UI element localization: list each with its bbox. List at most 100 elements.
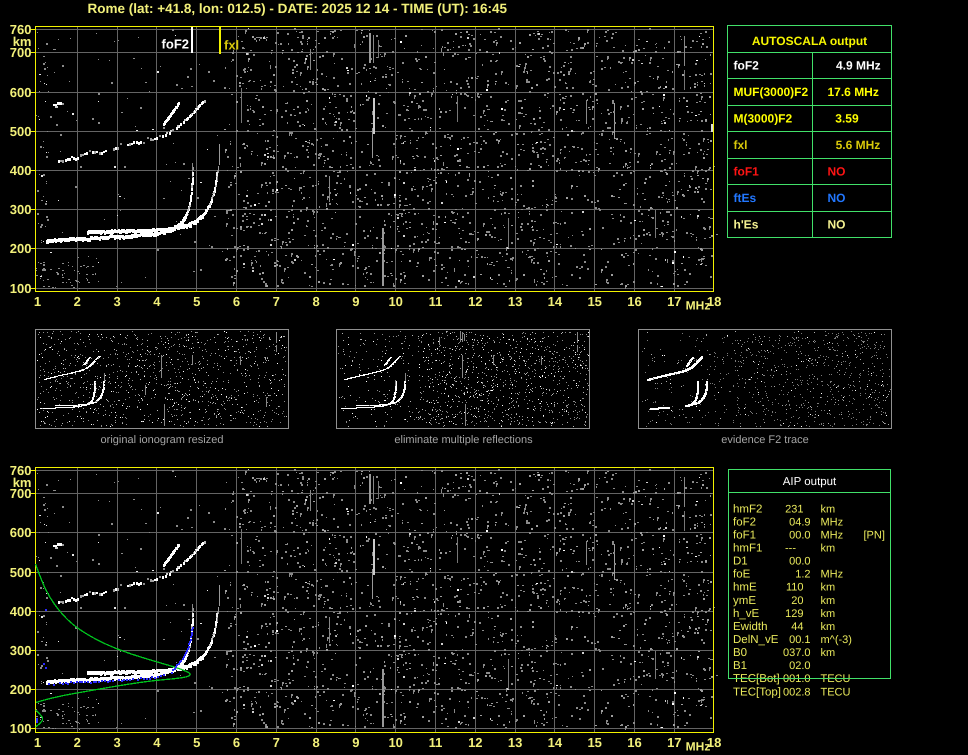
svg-text:600: 600: [10, 525, 32, 540]
svg-text:MHz: MHz: [821, 529, 844, 541]
svg-text:15: 15: [587, 294, 601, 309]
svg-text:00.1: 00.1: [789, 634, 810, 646]
svg-text:foF1: foF1: [733, 529, 756, 541]
svg-text:20: 20: [791, 595, 803, 607]
svg-text:100: 100: [10, 721, 32, 736]
svg-text:ymE: ymE: [733, 595, 756, 607]
svg-text:001.0: 001.0: [783, 673, 811, 685]
svg-text:TEC[Bot]: TEC[Bot]: [733, 673, 780, 685]
svg-text:3.59: 3.59: [835, 112, 859, 126]
svg-text:1: 1: [34, 294, 41, 309]
svg-text:MUF(3000)F2: MUF(3000)F2: [734, 85, 809, 99]
svg-text:2: 2: [74, 735, 81, 750]
svg-text:13: 13: [508, 735, 522, 750]
svg-text:2: 2: [74, 294, 81, 309]
svg-text:MHz: MHz: [686, 299, 711, 313]
svg-text:foF1: foF1: [734, 165, 760, 179]
svg-text:NO: NO: [828, 165, 846, 179]
svg-text:4: 4: [153, 735, 161, 750]
svg-text:4.9 MHz: 4.9 MHz: [836, 59, 881, 73]
svg-text:km: km: [821, 621, 836, 633]
svg-text:M(3000)F2: M(3000)F2: [734, 112, 793, 126]
svg-text:---: ---: [785, 543, 796, 555]
svg-text:8: 8: [312, 735, 319, 750]
svg-text:17.6 MHz: 17.6 MHz: [828, 85, 879, 99]
svg-text:TECU: TECU: [821, 673, 851, 685]
svg-text:8: 8: [312, 294, 319, 309]
svg-text:MHz: MHz: [821, 569, 844, 581]
svg-text:6: 6: [233, 735, 240, 750]
svg-text:110: 110: [786, 582, 804, 594]
svg-text:km: km: [821, 503, 836, 515]
svg-text:100: 100: [10, 281, 32, 296]
svg-text:TECU: TECU: [821, 686, 851, 698]
svg-text:5: 5: [193, 294, 200, 309]
svg-text:km: km: [821, 595, 836, 607]
svg-text:h'Es: h'Es: [734, 218, 759, 232]
svg-text:1: 1: [34, 735, 41, 750]
svg-text:Ewidth: Ewidth: [733, 621, 768, 633]
svg-text:10: 10: [388, 294, 402, 309]
svg-text:13: 13: [508, 294, 522, 309]
svg-text:200: 200: [10, 682, 32, 697]
svg-text:NO: NO: [828, 218, 846, 232]
svg-text:foF2: foF2: [162, 37, 189, 52]
svg-text:14: 14: [548, 735, 563, 750]
svg-text:MHz: MHz: [821, 516, 844, 528]
svg-text:MHz: MHz: [686, 740, 711, 754]
svg-text:B1: B1: [733, 660, 747, 672]
svg-text:hmF1: hmF1: [733, 543, 762, 555]
svg-text:Rome (lat: +41.8, lon: 012.5): Rome (lat: +41.8, lon: 012.5) - DATE: 20…: [88, 1, 508, 16]
svg-text:12: 12: [468, 735, 482, 750]
svg-text:500: 500: [10, 124, 32, 139]
svg-text:hmE: hmE: [733, 582, 757, 594]
svg-text:600: 600: [10, 85, 32, 100]
svg-text:foE: foE: [733, 569, 751, 581]
svg-text:m^(-3): m^(-3): [821, 634, 852, 646]
svg-text:17: 17: [667, 294, 681, 309]
svg-text:04.9: 04.9: [789, 516, 810, 528]
svg-text:6: 6: [233, 294, 240, 309]
svg-text:fxl: fxl: [734, 138, 748, 152]
svg-text:foF2: foF2: [734, 59, 760, 73]
svg-text:7: 7: [273, 735, 280, 750]
svg-text:AIP output: AIP output: [783, 476, 837, 488]
svg-text:km: km: [821, 582, 836, 594]
svg-text:231: 231: [785, 503, 803, 515]
svg-text:3: 3: [113, 294, 120, 309]
svg-text:9: 9: [352, 294, 359, 309]
svg-text:44: 44: [791, 621, 803, 633]
svg-text:5: 5: [193, 735, 200, 750]
svg-text:eliminate multiple reflections: eliminate multiple reflections: [394, 434, 533, 446]
svg-text:10: 10: [388, 735, 402, 750]
svg-text:500: 500: [10, 565, 32, 580]
svg-text:3: 3: [113, 735, 120, 750]
svg-text:00.0: 00.0: [789, 556, 810, 568]
svg-text:400: 400: [10, 604, 32, 619]
svg-text:original ionogram resized: original ionogram resized: [101, 434, 224, 446]
svg-text:12: 12: [468, 294, 482, 309]
svg-text:11: 11: [429, 294, 443, 309]
svg-text:11: 11: [429, 735, 443, 750]
svg-text:km: km: [821, 608, 836, 620]
svg-text:AUTOSCALA output: AUTOSCALA output: [752, 34, 867, 48]
svg-text:km: km: [821, 647, 836, 659]
svg-text:foF2: foF2: [733, 516, 756, 528]
svg-text:hmF2: hmF2: [733, 503, 762, 515]
svg-text:300: 300: [10, 643, 32, 658]
svg-text:037.0: 037.0: [783, 647, 811, 659]
svg-text:DelN_vE: DelN_vE: [733, 634, 779, 646]
svg-text:TEC[Top]: TEC[Top]: [733, 686, 781, 698]
svg-text:7: 7: [273, 294, 280, 309]
svg-text:129: 129: [785, 608, 803, 620]
svg-text:9: 9: [352, 735, 359, 750]
svg-text:B0: B0: [733, 647, 747, 659]
svg-text:km: km: [13, 475, 32, 490]
svg-text:400: 400: [10, 163, 32, 178]
svg-text:02.0: 02.0: [789, 660, 810, 672]
svg-text:15: 15: [587, 735, 601, 750]
svg-text:00.0: 00.0: [789, 529, 810, 541]
svg-text:17: 17: [667, 735, 681, 750]
svg-text:4: 4: [153, 294, 161, 309]
svg-text:200: 200: [10, 241, 32, 256]
